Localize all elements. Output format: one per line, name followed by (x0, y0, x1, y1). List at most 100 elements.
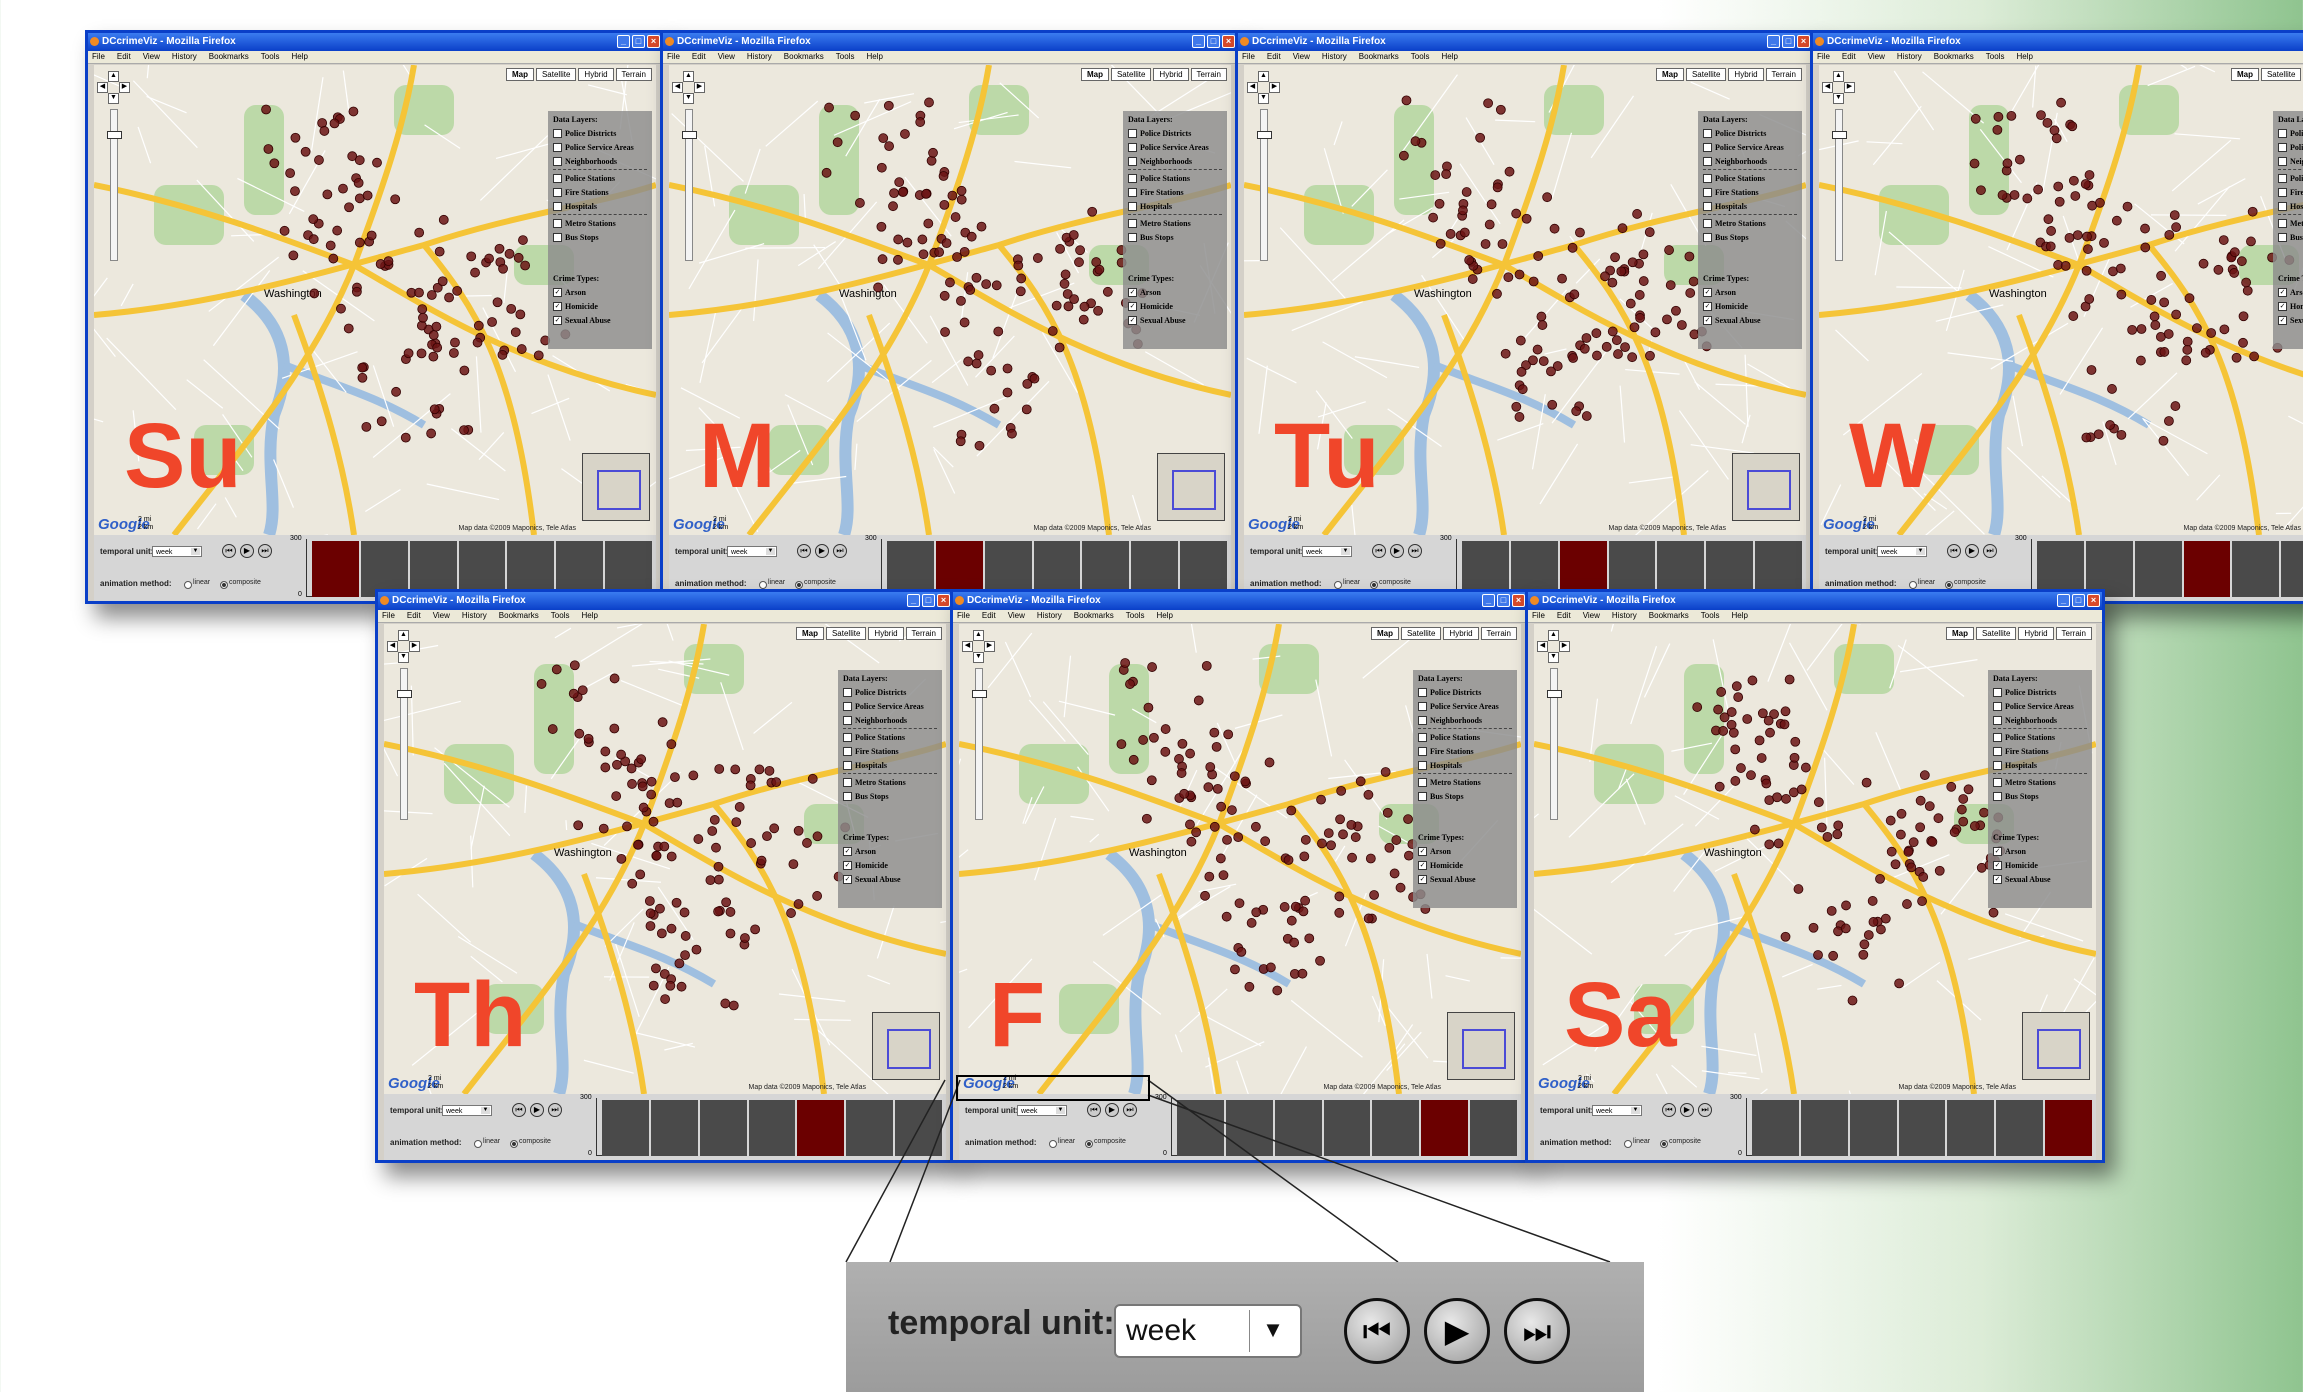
menu-item-history[interactable]: History (1322, 51, 1347, 63)
temporal-unit-select[interactable]: week▼ (1017, 1105, 1067, 1116)
crime-type-toggle[interactable]: ✓Arson (1703, 285, 1797, 299)
pan-left-icon[interactable]: ◀ (387, 641, 398, 652)
checkbox[interactable] (2278, 188, 2287, 197)
play-icon[interactable]: ▶ (1965, 544, 1979, 558)
layer-toggle[interactable]: Fire Stations (1418, 744, 1512, 758)
menu-item-tools[interactable]: Tools (1701, 610, 1720, 622)
temporal-unit-select[interactable]: week▼ (727, 546, 777, 557)
skip-back-icon[interactable]: ⏮ (1087, 1103, 1101, 1117)
checkbox[interactable]: ✓ (553, 288, 562, 297)
zoom-slider-handle[interactable] (397, 690, 412, 698)
checkbox[interactable] (1993, 778, 2002, 787)
layer-toggle[interactable]: Police Districts (1128, 126, 1222, 140)
skip-forward-icon[interactable]: ⏭ (1123, 1103, 1137, 1117)
crime-type-toggle[interactable]: ✓Homicide (553, 299, 647, 313)
layer-toggle[interactable]: Metro Stations (1128, 216, 1222, 230)
menu-item-help[interactable]: Help (291, 51, 307, 63)
checkbox[interactable] (1418, 778, 1427, 787)
checkbox[interactable] (2278, 157, 2287, 166)
checkbox[interactable] (843, 702, 852, 711)
overview-map[interactable] (2022, 1012, 2090, 1080)
menu-item-help[interactable]: Help (1156, 610, 1172, 622)
overview-viewport[interactable] (1172, 470, 1216, 510)
play-icon[interactable]: ▶ (1424, 1298, 1490, 1364)
maximize-icon[interactable]: □ (1782, 35, 1795, 48)
layer-toggle[interactable]: Fire Stations (843, 744, 937, 758)
crime-type-toggle[interactable]: ✓Sexual Abuse (553, 313, 647, 327)
zoom-temporal-unit-select[interactable]: week ▼ (1114, 1304, 1302, 1358)
checkbox[interactable] (553, 129, 562, 138)
layer-toggle[interactable]: Police Stations (1418, 730, 1512, 744)
close-icon[interactable]: × (1222, 35, 1235, 48)
maximize-icon[interactable]: □ (1207, 35, 1220, 48)
pan-right-icon[interactable]: ▶ (984, 641, 995, 652)
radio-linear[interactable] (184, 581, 192, 589)
checkbox[interactable] (553, 157, 562, 166)
checkbox[interactable] (1993, 688, 2002, 697)
layer-toggle[interactable]: Hospitals (553, 199, 647, 213)
checkbox[interactable] (1128, 174, 1137, 183)
layer-toggle[interactable]: Hospitals (1128, 199, 1222, 213)
layer-toggle[interactable]: Metro Stations (553, 216, 647, 230)
weekday-bar[interactable] (1226, 1100, 1273, 1156)
menu-item-tools[interactable]: Tools (1986, 51, 2005, 63)
map-type-hybrid[interactable]: Hybrid (1443, 627, 1478, 640)
checkbox[interactable] (1128, 157, 1137, 166)
maximize-icon[interactable]: □ (922, 594, 935, 607)
layer-toggle[interactable]: Bus Stops (1993, 789, 2087, 803)
skip-forward-icon[interactable]: ⏭ (1408, 544, 1422, 558)
play-icon[interactable]: ▶ (815, 544, 829, 558)
minimize-icon[interactable]: _ (2057, 594, 2070, 607)
checkbox[interactable] (1418, 688, 1427, 697)
weekday-bar[interactable] (312, 541, 359, 597)
crime-type-toggle[interactable]: ✓Sexual Abuse (843, 872, 937, 886)
play-icon[interactable]: ▶ (1390, 544, 1404, 558)
layer-toggle[interactable]: Police Stations (843, 730, 937, 744)
skip-forward-icon[interactable]: ⏭ (548, 1103, 562, 1117)
checkbox[interactable] (843, 747, 852, 756)
checkbox[interactable]: ✓ (1703, 316, 1712, 325)
checkbox[interactable] (553, 174, 562, 183)
layer-toggle[interactable]: Fire Stations (553, 185, 647, 199)
weekday-bar[interactable] (846, 1100, 893, 1156)
layer-toggle[interactable]: Neighborhoods (1128, 154, 1222, 168)
pan-down-icon[interactable]: ▼ (398, 652, 409, 663)
checkbox[interactable] (553, 219, 562, 228)
map-type-map[interactable]: Map (1656, 68, 1684, 81)
map-type-hybrid[interactable]: Hybrid (1728, 68, 1763, 81)
pan-down-icon[interactable]: ▼ (1833, 93, 1844, 104)
map-type-terrain[interactable]: Terrain (616, 68, 652, 81)
overview-map[interactable] (1447, 1012, 1515, 1080)
checkbox[interactable]: ✓ (1703, 288, 1712, 297)
checkbox[interactable] (843, 716, 852, 725)
layer-toggle[interactable]: Police Service Areas (1418, 699, 1512, 713)
menu-item-file[interactable]: File (382, 610, 395, 622)
pan-down-icon[interactable]: ▼ (683, 93, 694, 104)
skip-back-icon[interactable]: ⏮ (1372, 544, 1386, 558)
menu-item-edit[interactable]: Edit (692, 51, 706, 63)
layer-toggle[interactable]: Police Service Areas (553, 140, 647, 154)
layer-toggle[interactable]: Police Stations (2278, 171, 2303, 185)
menu-item-tools[interactable]: Tools (836, 51, 855, 63)
layer-toggle[interactable]: Metro Stations (2278, 216, 2303, 230)
radio-composite[interactable] (1660, 1140, 1668, 1148)
checkbox[interactable]: ✓ (2278, 316, 2287, 325)
overview-viewport[interactable] (2037, 1029, 2081, 1069)
layer-toggle[interactable]: Police Stations (1128, 171, 1222, 185)
checkbox[interactable] (1703, 202, 1712, 211)
overview-viewport[interactable] (887, 1029, 931, 1069)
temporal-unit-select[interactable]: week▼ (152, 546, 202, 557)
zoom-slider-handle[interactable] (1832, 131, 1847, 139)
overview-viewport[interactable] (1462, 1029, 1506, 1069)
checkbox[interactable] (2278, 202, 2287, 211)
checkbox[interactable] (1128, 233, 1137, 242)
crime-type-toggle[interactable]: ✓Arson (1418, 844, 1512, 858)
maximize-icon[interactable]: □ (632, 35, 645, 48)
checkbox[interactable] (2278, 233, 2287, 242)
minimize-icon[interactable]: _ (617, 35, 630, 48)
menu-item-view[interactable]: View (143, 51, 160, 63)
weekday-bar[interactable] (1801, 1100, 1848, 1156)
layer-toggle[interactable]: Police Districts (843, 685, 937, 699)
menu-item-history[interactable]: History (747, 51, 772, 63)
crime-type-toggle[interactable]: ✓Arson (553, 285, 647, 299)
